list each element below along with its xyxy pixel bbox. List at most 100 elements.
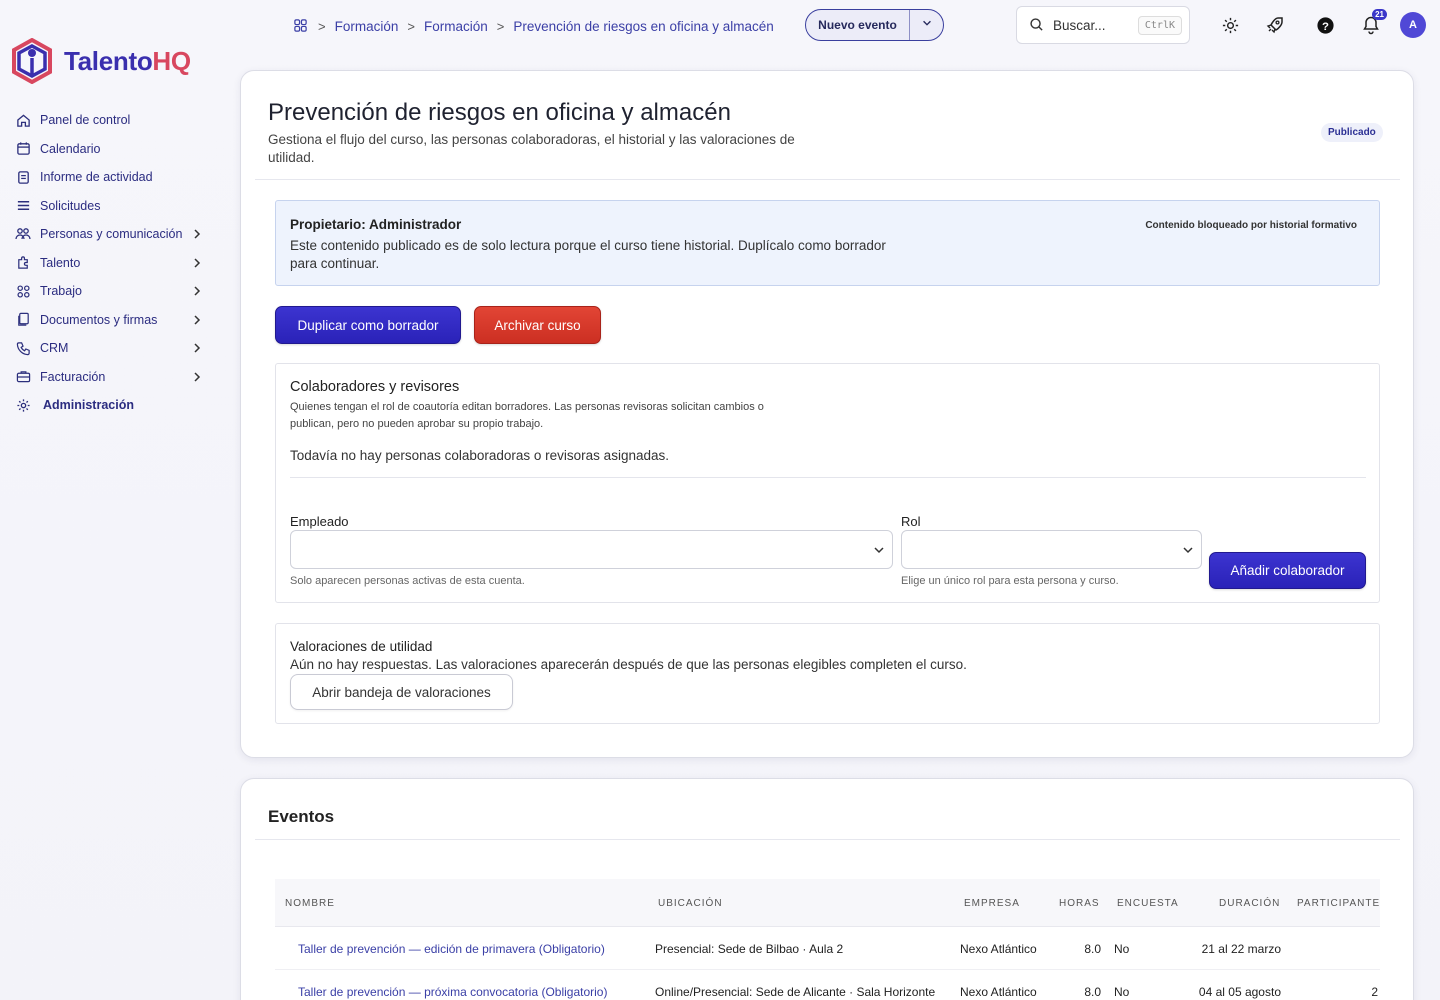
- sidebar-item-label: Panel de control: [40, 113, 131, 128]
- apps-grid-icon[interactable]: [293, 18, 309, 34]
- duplicate-as-draft-button[interactable]: Duplicar como borrador: [275, 306, 461, 344]
- calendar-icon: [14, 140, 32, 158]
- column-header-duration[interactable]: DURACIÓN: [1219, 898, 1280, 909]
- event-company: Nexo Atlántico: [960, 942, 1037, 956]
- avatar[interactable]: A: [1400, 12, 1426, 38]
- list-icon: [14, 197, 32, 215]
- table-header: NOMBRE UBICACIÓN EMPRESA HORAS ENCUESTA …: [275, 879, 1380, 927]
- people-icon: [14, 225, 32, 243]
- report-icon: [14, 168, 32, 186]
- sidebar: TalentoHQ Panel de control Calendario In…: [0, 0, 232, 1000]
- archive-course-button[interactable]: Archivar curso: [474, 306, 601, 344]
- ratings-title: Valoraciones de utilidad: [290, 639, 433, 654]
- sidebar-item-administracion[interactable]: Administración: [14, 391, 204, 420]
- breadcrumb-separator-icon: >: [496, 18, 505, 34]
- sidebar-item-personas-y-comunicacion[interactable]: Personas y comunicación: [14, 220, 204, 249]
- brand-name-part2: HQ: [152, 45, 191, 76]
- sidebar-item-panel-de-control[interactable]: Panel de control: [14, 106, 204, 135]
- grid-icon: [14, 282, 32, 300]
- table-row[interactable]: Taller de prevención — próxima convocato…: [275, 970, 1380, 1000]
- search-placeholder: Buscar...: [1053, 17, 1106, 33]
- column-header-location[interactable]: UBICACIÓN: [658, 898, 723, 909]
- add-collaborator-button[interactable]: Añadir colaborador: [1209, 552, 1366, 589]
- chevron-right-icon: [190, 370, 204, 384]
- chevron-right-icon: [190, 227, 204, 241]
- ratings-text: Aún no hay respuestas. Las valoraciones …: [290, 657, 967, 672]
- events-table: NOMBRE UBICACIÓN EMPRESA HORAS ENCUESTA …: [275, 879, 1380, 1000]
- chevron-down-icon: [872, 543, 886, 557]
- notification-count-badge: 21: [1372, 9, 1387, 20]
- page-subtitle: Gestiona el flujo del curso, las persona…: [268, 132, 795, 165]
- column-header-name[interactable]: NOMBRE: [285, 898, 335, 909]
- new-event-button[interactable]: Nuevo evento: [806, 10, 910, 40]
- new-event-split-button: Nuevo evento: [805, 9, 944, 41]
- employee-select[interactable]: [290, 530, 893, 569]
- sidebar-item-crm[interactable]: CRM: [14, 334, 204, 363]
- event-name-link[interactable]: Taller de prevención — próxima convocato…: [298, 985, 607, 999]
- notice-text: Este contenido publicado es de solo lect…: [290, 238, 886, 271]
- breadcrumb-current[interactable]: Prevención de riesgos en oficina y almac…: [513, 19, 773, 34]
- new-event-dropdown-button[interactable]: [910, 10, 943, 40]
- sidebar-item-calendario[interactable]: Calendario: [14, 135, 204, 164]
- sidebar-item-label: Solicitudes: [40, 198, 101, 213]
- event-company: Nexo Atlántico: [960, 985, 1037, 999]
- column-header-survey[interactable]: ENCUESTA: [1117, 898, 1179, 909]
- header-divider: [255, 179, 1400, 180]
- rocket-icon[interactable]: [1263, 13, 1287, 37]
- brand-name-part1: Talento: [64, 45, 153, 76]
- events-title: Eventos: [268, 807, 335, 826]
- event-participants: 2: [1371, 985, 1378, 999]
- open-ratings-inbox-button[interactable]: Abrir bandeja de valoraciones: [290, 674, 513, 710]
- role-select[interactable]: [901, 530, 1202, 569]
- role-label: Rol: [901, 514, 921, 529]
- course-card: Prevención de riesgos en oficina y almac…: [240, 70, 1414, 758]
- collaborators-panel: Colaboradores y revisores Quienes tengan…: [275, 363, 1380, 603]
- sidebar-item-label: Documentos y firmas: [40, 312, 158, 327]
- breadcrumb-item[interactable]: Formación: [424, 19, 488, 34]
- event-hours: 8.0: [1084, 942, 1101, 956]
- column-header-hours[interactable]: HORAS: [1059, 898, 1100, 909]
- notifications-bell-icon[interactable]: 21: [1359, 9, 1387, 37]
- sidebar-item-facturacion[interactable]: Facturación: [14, 363, 204, 392]
- employee-label: Empleado: [290, 514, 349, 529]
- sidebar-item-talento[interactable]: Talento: [14, 249, 204, 278]
- help-icon[interactable]: ?: [1313, 13, 1337, 37]
- event-name-link[interactable]: Taller de prevención — edición de primav…: [298, 942, 605, 956]
- sidebar-item-solicitudes[interactable]: Solicitudes: [14, 192, 204, 221]
- sidebar-item-label: Administración: [43, 398, 134, 413]
- sidebar-item-informe-de-actividad[interactable]: Informe de actividad: [14, 163, 204, 192]
- search-shortcut: CtrlK: [1137, 15, 1182, 35]
- collaborators-description: Quienes tengan el rol de coautoría edita…: [290, 401, 764, 430]
- briefcase-icon: [14, 368, 32, 386]
- page-title: Prevención de riesgos en oficina y almac…: [268, 99, 731, 126]
- collaborators-title: Colaboradores y revisores: [290, 379, 460, 395]
- settings-gear-icon[interactable]: [1218, 13, 1242, 37]
- sidebar-item-label: Calendario: [40, 141, 101, 156]
- column-header-participants[interactable]: PARTICIPANTES: [1297, 898, 1380, 909]
- breadcrumb-separator-icon: >: [407, 18, 415, 34]
- table-row[interactable]: Taller de prevención — edición de primav…: [275, 927, 1380, 970]
- sidebar-item-documentos-y-firmas[interactable]: Documentos y firmas: [14, 306, 204, 335]
- chevron-down-icon: [921, 16, 933, 34]
- column-header-company[interactable]: EMPRESA: [964, 898, 1020, 909]
- sidebar-item-label: CRM: [40, 341, 69, 356]
- sidebar-item-label: Trabajo: [40, 284, 82, 299]
- search-icon: [1029, 17, 1045, 33]
- sidebar-item-label: Informe de actividad: [40, 170, 153, 185]
- chevron-down-icon: [1181, 543, 1195, 557]
- event-duration: 21 al 22 marzo: [1201, 942, 1281, 956]
- event-survey: No: [1114, 942, 1130, 956]
- sidebar-item-trabajo[interactable]: Trabajo: [14, 277, 204, 306]
- role-help: Elige un único rol para esta persona y c…: [901, 575, 1119, 587]
- notice-lock-label: Contenido bloqueado por historial format…: [1145, 220, 1357, 231]
- search-input[interactable]: Buscar... CtrlK: [1016, 6, 1190, 44]
- chevron-right-icon: [190, 284, 204, 298]
- puzzle-icon: [14, 254, 32, 272]
- event-duration: 04 al 05 agosto: [1198, 985, 1281, 999]
- breadcrumb-item[interactable]: Formación: [335, 19, 399, 34]
- brand-logo[interactable]: TalentoHQ: [12, 38, 191, 84]
- svg-text:?: ?: [1322, 20, 1329, 32]
- home-icon: [14, 111, 32, 129]
- collaborators-empty-text: Todavía no hay personas colaboradoras o …: [290, 448, 669, 463]
- notice-title: Propietario: Administrador: [290, 217, 462, 232]
